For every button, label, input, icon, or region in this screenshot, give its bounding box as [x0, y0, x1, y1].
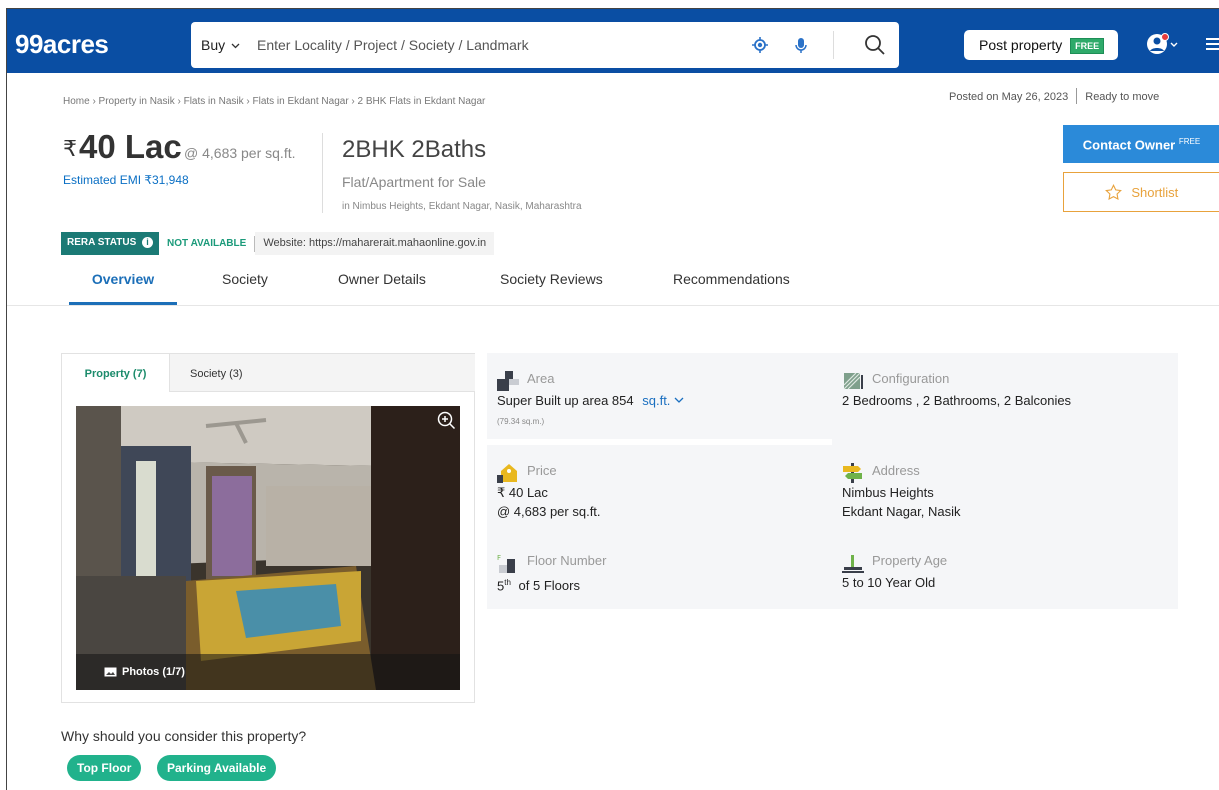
- buy-dropdown[interactable]: Buy: [201, 37, 240, 53]
- star-icon: [1104, 184, 1122, 200]
- listing-title: 2BHK 2Baths: [342, 136, 487, 163]
- search-icon[interactable]: [863, 33, 887, 57]
- rera-badge-label: RERA STATUS: [67, 237, 137, 248]
- price-divider: [322, 133, 323, 213]
- logo[interactable]: 99acres: [15, 29, 109, 60]
- configuration-value: 2 Bedrooms , 2 Bathrooms, 2 Balconies: [842, 393, 1072, 408]
- image-icon: [104, 667, 117, 677]
- tab-society-reviews[interactable]: Society Reviews: [500, 271, 603, 305]
- search-divider: [833, 31, 834, 59]
- page: 99acres Buy Post property FREE Home › Pr…: [6, 8, 1219, 790]
- shortlist-label: Shortlist: [1131, 185, 1179, 200]
- configuration-label: Configuration: [872, 371, 950, 386]
- posted-date: Posted on May 26, 2023: [949, 91, 1069, 103]
- photo-count-bar[interactable]: Photos (1/7): [76, 654, 460, 690]
- area-sqm: (79.34 sq.m.): [497, 417, 545, 426]
- buy-label: Buy: [201, 37, 226, 53]
- price-tag-icon: [497, 464, 517, 483]
- estimated-emi-link[interactable]: Estimated EMI ₹31,948: [63, 173, 189, 187]
- property-age-value: 5 to 10 Year Old: [842, 575, 936, 590]
- mic-icon[interactable]: [791, 35, 811, 55]
- area-text: Super Built up area 854: [497, 393, 634, 408]
- property-age-label: Property Age: [872, 553, 948, 568]
- price-label: Price: [527, 463, 557, 478]
- floor-suffix: th: [504, 578, 511, 587]
- chevron-down-icon: [674, 397, 684, 403]
- search-bar: Buy: [191, 22, 899, 68]
- bedroom-photo: [76, 406, 460, 690]
- floor-total: of 5 Floors: [518, 578, 580, 594]
- tab-owner-details[interactable]: Owner Details: [338, 271, 426, 305]
- photo-tab-property[interactable]: Property (7): [62, 354, 170, 392]
- post-property-button[interactable]: Post property FREE: [964, 30, 1118, 60]
- price-currency: ₹: [63, 136, 77, 161]
- photo-tab-bar: Society (3): [170, 354, 475, 392]
- info-icon[interactable]: i: [142, 237, 154, 248]
- svg-text:F: F: [497, 554, 501, 562]
- listing-location: in Nimbus Heights, Ekdant Nagar, Nasik, …: [342, 201, 582, 212]
- configuration-icon: [843, 372, 863, 390]
- hamburger-menu-icon[interactable]: [1206, 37, 1219, 51]
- contact-owner-label: Contact Owner: [1082, 137, 1176, 153]
- rera-website: Website: https://maharerait.mahaonline.g…: [255, 232, 495, 255]
- address-line2: Ekdant Nagar, Nasik: [842, 504, 961, 519]
- property-details: Area Super Built up area 854 sq.ft. (79.…: [487, 353, 1178, 609]
- area-label: Area: [527, 371, 555, 386]
- posted-info: Posted on May 26, 2023 Ready to move: [949, 88, 1159, 104]
- tab-recommendations[interactable]: Recommendations: [673, 271, 790, 305]
- price-line1: ₹ 40 Lac: [497, 485, 548, 500]
- highlight-chip: Top Floor: [67, 755, 142, 781]
- why-consider-heading: Why should you consider this property?: [61, 728, 307, 744]
- posted-divider: [1076, 88, 1078, 104]
- locate-me-icon[interactable]: [751, 36, 769, 54]
- highlight-chip: Parking Available: [157, 755, 277, 781]
- price-per-sqft: @ 4,683 per sq.ft.: [184, 145, 296, 161]
- section-tabs: Overview Society Owner Details Society R…: [7, 271, 1219, 306]
- floor-number-icon: F: [497, 554, 515, 573]
- floor-value: 5th of 5 Floors: [497, 573, 580, 595]
- row-gap: [487, 439, 832, 445]
- chevron-down-icon: [231, 43, 240, 49]
- address-label: Address: [872, 463, 920, 478]
- contact-free-tag: FREE: [1178, 137, 1201, 146]
- property-age-icon: [842, 555, 864, 573]
- price-amount: 40 Lac: [79, 128, 182, 165]
- rera-status-value: NOT AVAILABLE: [167, 238, 247, 249]
- top-navbar: 99acres Buy Post property FREE: [7, 9, 1219, 73]
- area-value: Super Built up area 854 sq.ft. (79.34 sq…: [497, 391, 684, 431]
- post-property-label: Post property: [979, 37, 1063, 53]
- zoom-in-icon[interactable]: [436, 410, 456, 430]
- listing-type: Flat/Apartment for Sale: [342, 174, 486, 190]
- price-value: ₹ 40 Lac @ 4,683 per sq.ft.: [497, 483, 601, 521]
- photo-panel: Property (7) Society (3) Photos (1/7): [61, 353, 475, 703]
- signpost-icon: [843, 463, 862, 483]
- property-photo[interactable]: Photos (1/7): [76, 406, 460, 690]
- free-badge: FREE: [1070, 38, 1105, 54]
- rera-status-badge: RERA STATUS i: [61, 232, 160, 255]
- user-account-icon[interactable]: [1145, 31, 1179, 57]
- tab-overview[interactable]: Overview: [69, 271, 177, 305]
- address-line1: Nimbus Heights: [842, 485, 934, 500]
- possession-status: Ready to move: [1085, 91, 1160, 103]
- photo-tab-society[interactable]: Society (3): [190, 368, 243, 380]
- price-line2: @ 4,683 per sq.ft.: [497, 504, 601, 519]
- area-unit-dropdown[interactable]: sq.ft.: [642, 393, 684, 408]
- breadcrumb[interactable]: Home › Property in Nasik › Flats in Nasi…: [63, 96, 485, 107]
- address-value: Nimbus Heights Ekdant Nagar, Nasik: [842, 483, 961, 521]
- rera-row: RERA STATUS i NOT AVAILABLE Website: htt…: [61, 232, 495, 255]
- shortlist-button[interactable]: Shortlist: [1063, 172, 1219, 212]
- photos-count-label: Photos (1/7): [122, 666, 185, 678]
- floor-label: Floor Number: [527, 553, 607, 568]
- area-icon: [497, 371, 519, 391]
- search-input[interactable]: [257, 30, 727, 60]
- tab-society[interactable]: Society: [222, 271, 268, 305]
- contact-owner-button[interactable]: Contact Owner FREE: [1063, 125, 1219, 163]
- area-unit: sq.ft.: [642, 393, 671, 408]
